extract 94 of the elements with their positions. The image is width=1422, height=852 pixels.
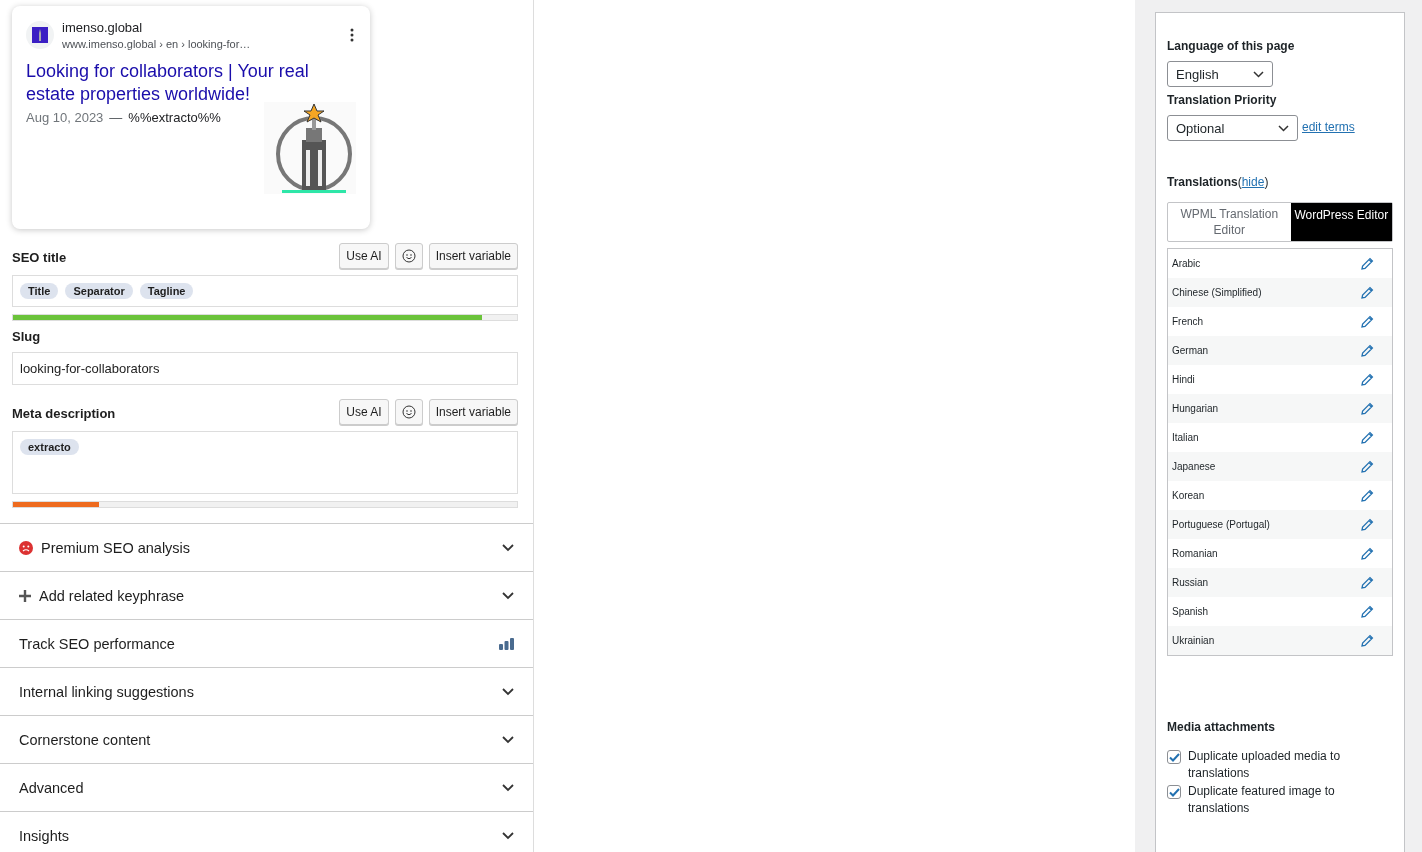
accordion-row[interactable]: Advanced: [0, 764, 533, 812]
emoji-icon: [401, 405, 416, 419]
accordion-row[interactable]: Track SEO performance: [0, 620, 533, 668]
variable-tag: Tagline: [139, 283, 194, 299]
field-label: SEO title: [12, 250, 67, 267]
field-label: Translation Priority: [1167, 93, 1278, 107]
edit-button[interactable]: [1360, 517, 1374, 532]
language-name: Hindi: [1172, 374, 1195, 385]
chevron-down-icon: [502, 543, 514, 552]
accordion-label: Cornerstone content: [19, 731, 152, 748]
checkbox-label: Duplicate featured image to translations: [1188, 783, 1336, 817]
more-icon: [350, 28, 354, 42]
chevron-down-icon: [502, 783, 514, 792]
editor-tab[interactable]: WPML Translation Editor: [1168, 203, 1291, 241]
section-label: Translations: [1167, 175, 1238, 189]
accordion-label: Advanced: [19, 779, 85, 796]
edit-button[interactable]: [1360, 604, 1374, 619]
input-field[interactable]: Title Separator Tagline: [12, 275, 518, 307]
edit-button[interactable]: [1360, 459, 1374, 474]
accordion-row[interactable]: Insights: [0, 812, 533, 852]
sad-face-icon: [19, 540, 33, 555]
language-name: Russian: [1172, 577, 1209, 588]
emoji-icon: [401, 249, 416, 263]
edit-button[interactable]: [1360, 575, 1374, 590]
site-url: www.imenso.global › en › looking-for…: [62, 38, 252, 50]
result-title[interactable]: Looking for collaborators | Your real estate properties worldwide!: [26, 60, 326, 106]
language-name: Chinese (Simplified): [1172, 287, 1262, 298]
chevron-down-icon: [502, 735, 514, 744]
checkbox[interactable]: [1167, 750, 1181, 764]
accordion-label: Add related keyphrase: [39, 587, 186, 604]
chevron-down-icon: [502, 831, 514, 840]
accordion-label: Insights: [19, 827, 70, 844]
site-name: imenso.global: [62, 20, 144, 35]
edit-button[interactable]: [1360, 546, 1374, 561]
edit-button[interactable]: [1360, 343, 1374, 358]
accordion-label: Internal linking suggestions: [19, 683, 195, 700]
checkbox-label: Duplicate uploaded media to translations: [1188, 748, 1342, 782]
input-field[interactable]: extracto: [12, 431, 518, 494]
result-description: %%extracto%%: [128, 110, 221, 126]
chevron-down-icon: [502, 687, 514, 696]
editor-tab[interactable]: WordPress Editor: [1290, 203, 1392, 241]
field-label: Slug: [12, 329, 42, 346]
language-name: Korean: [1172, 490, 1205, 501]
edit-button[interactable]: [1360, 314, 1374, 329]
priority-select[interactable]: Optional: [1167, 115, 1298, 141]
chevron-down-icon: [1253, 70, 1264, 78]
language-name: Portuguese (Portugal): [1172, 519, 1270, 530]
plus-icon: [19, 589, 31, 602]
paren-text: ): [1264, 175, 1269, 189]
language-name: Ukrainian: [1172, 635, 1215, 646]
variable-tag: Title: [20, 283, 59, 299]
emoji-button[interactable]: [394, 399, 423, 425]
variable-tag: Separator: [65, 283, 133, 299]
use-ai-button[interactable]: Use AI: [339, 399, 389, 425]
insert-variable-button[interactable]: Insert variable: [428, 243, 518, 269]
language-name: Japanese: [1172, 461, 1216, 472]
edit-button[interactable]: [1360, 285, 1374, 300]
chevron-down-icon: [1278, 124, 1289, 132]
accordion-row[interactable]: Add related keyphrase: [0, 572, 533, 620]
language-name: German: [1172, 345, 1209, 356]
language-select[interactable]: English: [1167, 61, 1273, 87]
use-ai-button[interactable]: Use AI: [339, 243, 389, 269]
result-separator: —: [109, 110, 123, 126]
edit-button[interactable]: [1360, 633, 1374, 648]
edit-button[interactable]: [1360, 256, 1374, 271]
language-name: Romanian: [1172, 548, 1218, 559]
insert-variable-button[interactable]: Insert variable: [428, 399, 518, 425]
bar-chart-icon: [499, 637, 514, 650]
accordion-row[interactable]: Internal linking suggestions: [0, 668, 533, 716]
language-name: Arabic: [1172, 258, 1201, 269]
edit-button[interactable]: [1360, 488, 1374, 503]
language-name: French: [1172, 316, 1204, 327]
language-name: Italian: [1172, 432, 1199, 443]
edit-button[interactable]: [1360, 372, 1374, 387]
language-name: Spanish: [1172, 606, 1209, 617]
field-label: Meta description: [12, 406, 116, 423]
result-date: Aug 10, 2023: [26, 110, 104, 126]
checkbox[interactable]: [1167, 785, 1181, 799]
favicon-icon: [26, 21, 54, 49]
chevron-down-icon: [502, 591, 514, 600]
section-label: Media attachments: [1167, 720, 1277, 734]
slug-field[interactable]: looking-for-collaborators: [12, 352, 518, 385]
accordion-label: Premium SEO analysis: [41, 539, 192, 556]
edit-button[interactable]: [1360, 430, 1374, 445]
language-name: Hungarian: [1172, 403, 1219, 414]
variable-tag: extracto: [20, 439, 79, 455]
paren-text: (: [1237, 175, 1242, 189]
accordion-row[interactable]: Cornerstone content: [0, 716, 533, 764]
field-label: Language of this page: [1167, 39, 1296, 53]
accordion-row[interactable]: Premium SEO analysis: [0, 524, 533, 572]
edit-button[interactable]: [1360, 401, 1374, 416]
emoji-button[interactable]: [394, 243, 423, 269]
accordion-label: Track SEO performance: [19, 635, 176, 652]
edit-terms-link[interactable]: edit terms: [1302, 120, 1355, 134]
